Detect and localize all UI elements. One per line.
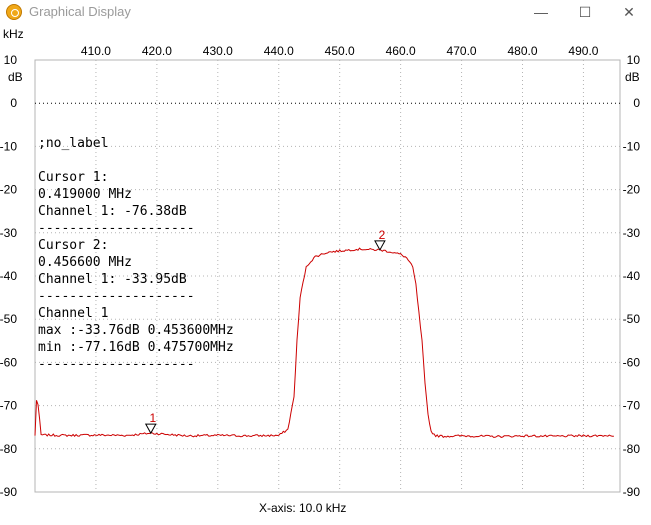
x-tick-label: 440.0: [264, 44, 294, 58]
readout-line: --------------------: [38, 221, 195, 236]
readout-line: Channel 1: -76.38dB: [38, 204, 187, 219]
spectrum-plot[interactable]: kHz dB dB X-axis: 10.0 kHz 410.0 420.0 430…: [0, 0, 651, 525]
readout-line: Channel 1: [38, 306, 108, 321]
x-tick-label: 430.0: [203, 44, 233, 58]
y-tick-label-left: 0: [10, 96, 17, 110]
readout-line: 0.456600 MHz: [38, 255, 132, 270]
readout-overlay: ;no_label Cursor 1: 0.419000 MHz Channel 1…: [38, 136, 234, 372]
readout-line: Cursor 2:: [38, 238, 108, 253]
x-unit-label: kHz: [3, 27, 24, 41]
x-axis-caption: X-axis: 10.0 kHz: [259, 501, 346, 515]
y-tick-label-right: -30: [623, 226, 641, 240]
y-tick-label-left: -20: [0, 183, 17, 197]
y-tick-label-right: -90: [623, 485, 641, 499]
y-tick-label-left: -40: [0, 269, 17, 283]
readout-line: max :-33.76dB 0.453600MHz: [38, 323, 234, 338]
cursor-marker-icon: [144, 423, 157, 435]
readout-line: --------------------: [38, 289, 195, 304]
y-tick-label-left: -80: [0, 442, 17, 456]
y-tick-label-right: -40: [623, 269, 641, 283]
y-tick-label-right: -50: [623, 312, 641, 326]
y-tick-label-left: -50: [0, 312, 17, 326]
y-tick-label-left: -30: [0, 226, 17, 240]
y-tick-label-left: -70: [0, 399, 17, 413]
x-tick-label: 460.0: [386, 44, 416, 58]
y-tick-label-left: -10: [0, 139, 17, 153]
x-tick-label: 420.0: [142, 44, 172, 58]
readout-line: min :-77.16dB 0.475700MHz: [38, 340, 234, 355]
cursor-marker-icon: [374, 240, 386, 251]
readout-line: 0.419000 MHz: [38, 187, 132, 202]
cursor-label: 2: [379, 228, 386, 242]
y-tick-label-left: 10: [4, 53, 18, 67]
y-tick-label-right: -10: [623, 139, 641, 153]
readout-line: Cursor 1:: [38, 170, 108, 185]
readout-line: --------------------: [38, 357, 195, 372]
y-tick-label-right: 10: [627, 53, 641, 67]
y-tick-label-left: -60: [0, 355, 17, 369]
cursor-label: 1: [149, 411, 156, 425]
y-unit-label-left: dB: [8, 70, 23, 84]
x-tick-label: 450.0: [325, 44, 355, 58]
x-tick-label: 490.0: [568, 44, 598, 58]
readout-line: Channel 1: -33.95dB: [38, 272, 187, 287]
trace-label: ;no_label: [38, 136, 108, 151]
y-tick-label-right: 0: [633, 96, 640, 110]
y-tick-label-right: -60: [623, 355, 641, 369]
x-tick-label: 480.0: [507, 44, 537, 58]
y-tick-label-left: -90: [0, 485, 17, 499]
x-tick-label: 470.0: [447, 44, 477, 58]
y-unit-label-right: dB: [625, 70, 640, 84]
x-tick-label: 410.0: [81, 44, 111, 58]
y-tick-label-right: -70: [623, 399, 641, 413]
y-tick-label-right: -20: [623, 183, 641, 197]
y-tick-label-right: -80: [623, 442, 641, 456]
